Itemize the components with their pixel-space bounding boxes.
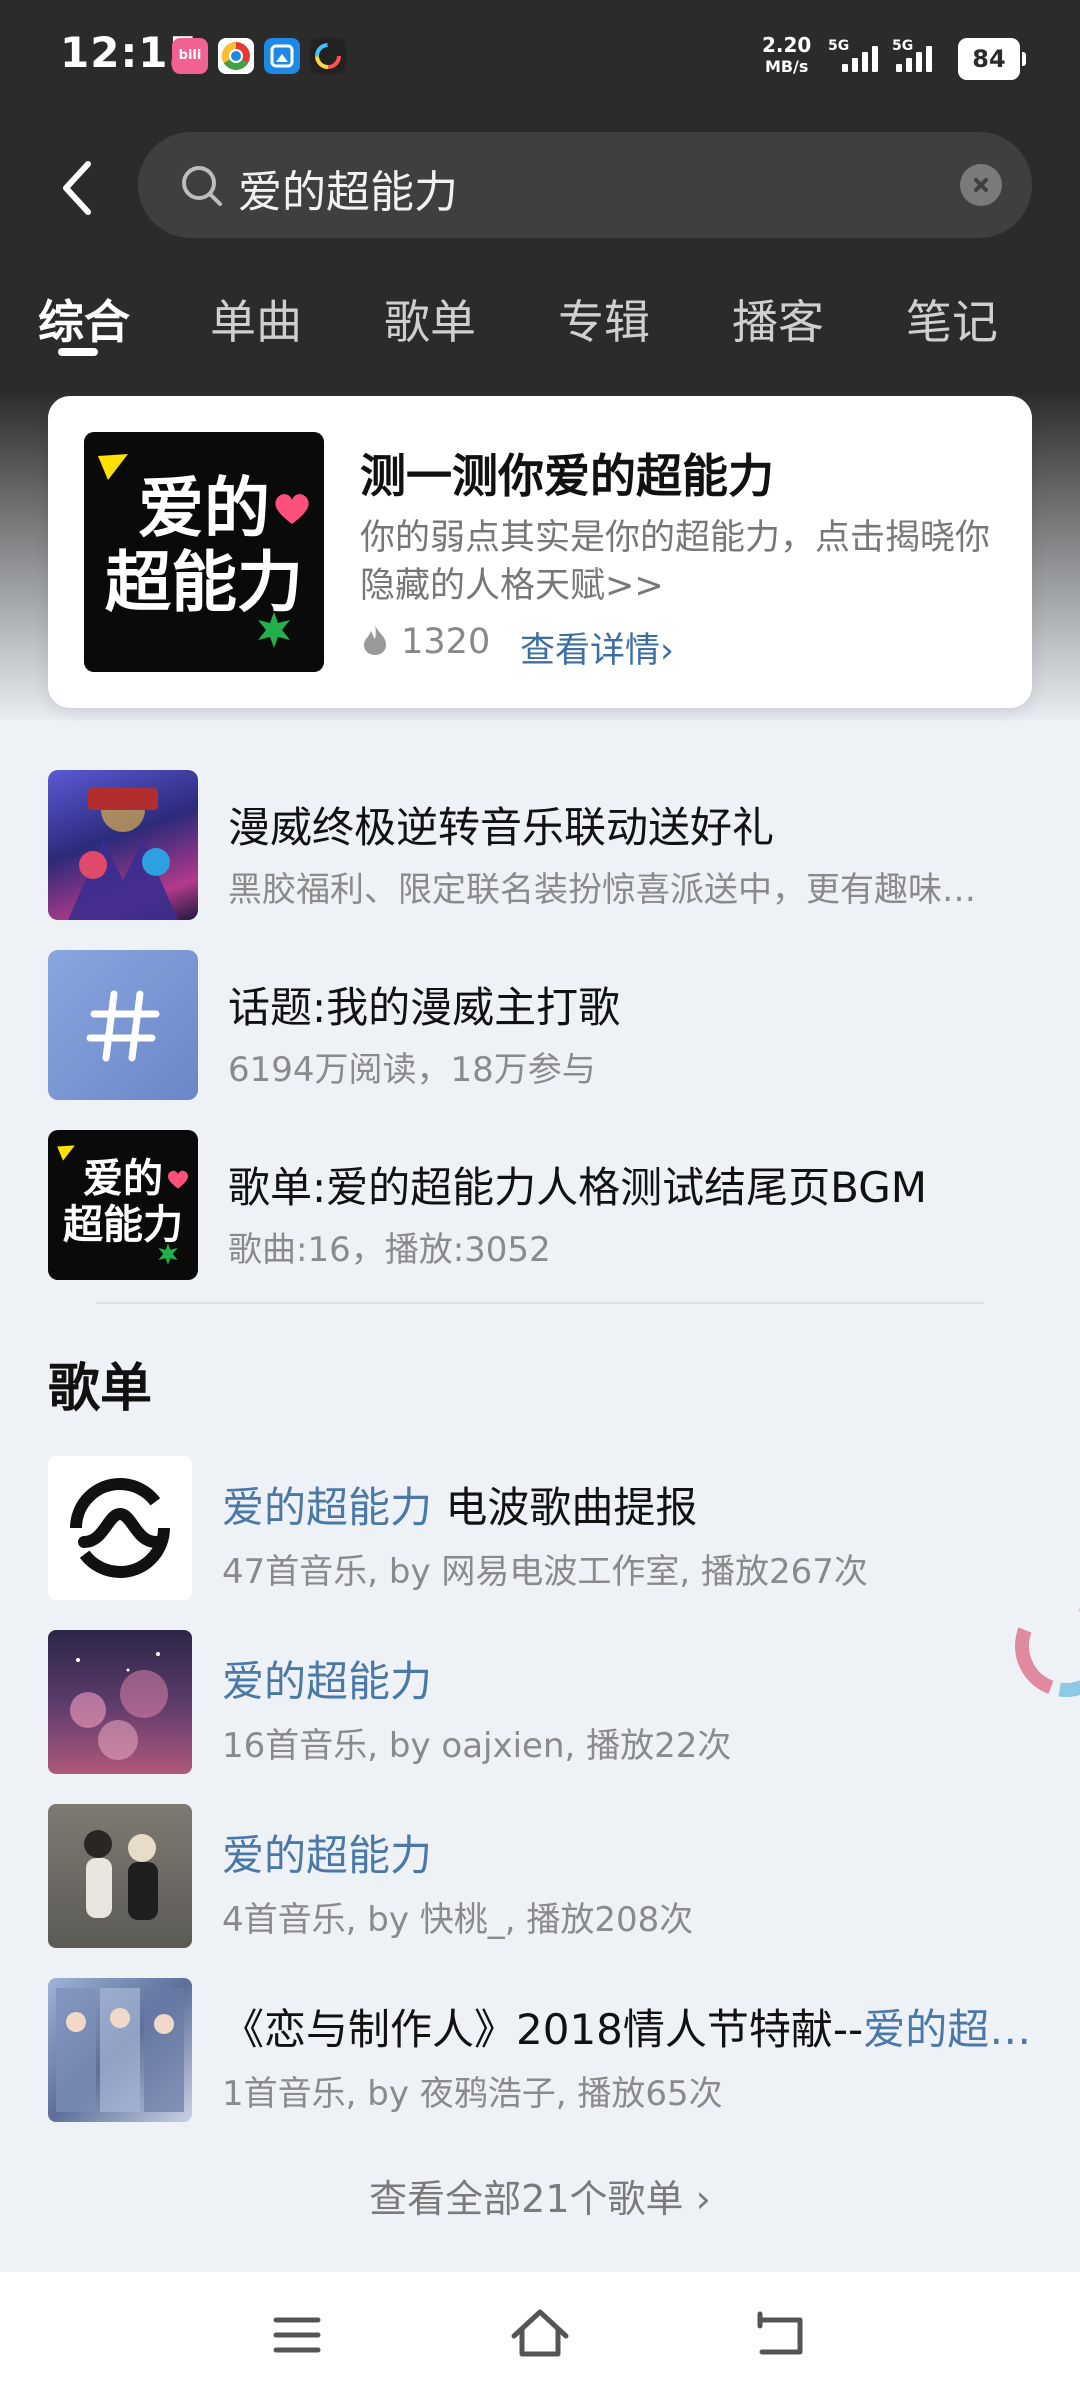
back-arrow-icon[interactable] [52,158,112,218]
result-title: 话题:我的漫威主打歌 [228,983,621,1032]
result-item[interactable]: 话题:我的漫威主打歌 6194万阅读，18万参与 [0,950,1080,1100]
result-subtitle: 黑胶福利、限定联名装扮惊喜派送中，更有趣味… [228,870,976,910]
playlist-title: 爱的超能力 电波歌曲提报 [222,1474,1032,1535]
colorful-ring-icon [310,38,346,74]
playlist-item[interactable]: 爱的超能力 4首音乐, by 快桃_, 播放208次 [0,1804,1080,1954]
search-input[interactable]: 爱的超能力 [138,132,1032,238]
playlist-subtitle: 4首音乐, by 快桃_, 播放208次 [222,1900,694,1940]
view-all-playlists-link[interactable]: 查看全部21个歌单 › [0,2168,1080,2223]
tab-songs[interactable]: 单曲 [210,286,302,352]
playlist-subtitle: 1首音乐, by 夜鸦浩子, 播放65次 [222,2074,723,2114]
tab-comprehensive[interactable]: 综合 [38,286,130,352]
back-icon[interactable] [754,2310,806,2362]
playlist-title: 《恋与制作人》2018情人节特献--爱的超… [222,1996,1032,2057]
battery-indicator: 84 [958,38,1026,80]
result-tabs: 综合 单曲 歌单 专辑 播客 笔记 [0,280,1080,360]
sim2-signal-icon [896,44,932,72]
tab-playlists[interactable]: 歌单 [384,286,476,352]
search-icon [178,162,226,214]
purple-sky-cover [48,1630,192,1774]
playlist-subtitle: 47首音乐, by 网易电波工作室, 播放267次 [222,1552,868,1592]
view-details-link[interactable]: 查看详情› [520,622,674,673]
bilibili-icon: bili [172,38,208,74]
love-superpower-cover: 爱的 超能力 [48,1130,198,1280]
playlist-item[interactable]: 《恋与制作人》2018情人节特献--爱的超… 1首音乐, by 夜鸦浩子, 播放… [0,1978,1080,2128]
cover-text-line1: 爱的 [83,1156,163,1202]
wave-logo-icon [48,1456,192,1600]
view-details-label: 查看详情 [520,631,661,671]
playlist-item[interactable]: 爱的超能力 电波歌曲提报 47首音乐, by 网易电波工作室, 播放267次 [0,1456,1080,1606]
feature-title: 测一测你爱的超能力 [360,449,774,503]
tab-albums[interactable]: 专辑 [558,286,650,352]
divider [96,1302,984,1304]
feature-cover: 爱的 超能力 [84,432,324,672]
clear-icon[interactable] [960,164,1002,206]
playlist-title-rest: 电波歌曲提报 [432,1483,698,1532]
result-subtitle: 6194万阅读，18万参与 [228,1050,596,1090]
chevron-right-icon: › [695,2177,711,2221]
cover-text-line2: 超能力 [63,1202,183,1248]
playlist-title-highlight: 爱的超… [863,2005,1032,2054]
tab-podcasts[interactable]: 播客 [732,286,824,352]
playlist-item[interactable]: 爱的超能力 16首音乐, by oajxien, 播放22次 [0,1630,1080,1780]
result-item[interactable]: 漫威终极逆转音乐联动送好礼 黑胶福利、限定联名装扮惊喜派送中，更有趣味… [0,770,1080,920]
network-speed-value: 2.20 [762,33,812,57]
playlist-title-highlight: 爱的超能力 [222,1831,433,1880]
cover-text-line2: 超能力 [105,544,303,621]
couple-photo-cover [48,1804,192,1948]
playlist-title: 爱的超能力 [222,1822,1032,1883]
cover-text-line1: 爱的 [138,470,270,547]
view-all-label: 查看全部21个歌单 [369,2177,684,2221]
anime-collage-cover [48,1978,192,2122]
playlist-title-prefix: 《恋与制作人》2018情人节特献-- [222,2005,864,2054]
playlist-title-highlight: 爱的超能力 [222,1483,433,1532]
feature-card[interactable]: 爱的 超能力 测一测你爱的超能力 你的弱点其实是你的超能力，点击揭晓你隐藏的人格… [48,396,1032,708]
heat-count: 1320 [401,622,491,662]
feature-heat: 1320 [360,622,490,662]
network-speed: 2.20 MB/s [762,34,811,78]
result-item[interactable]: 爱的 超能力 歌单:爱的超能力人格测试结尾页BGM 歌曲:16，播放:3052 [0,1130,1080,1280]
chevron-right-icon: › [660,631,675,671]
feature-description: 你的弱点其实是你的超能力，点击揭晓你隐藏的人格天赋>> [360,518,991,606]
playlist-subtitle: 16首音乐, by oajxien, 播放22次 [222,1726,732,1766]
status-bar: 12:15 bili 2.20 MB/s 5G 5G 84 [0,0,1080,115]
marvel-poster [48,770,198,920]
search-query[interactable]: 爱的超能力 [238,156,458,220]
hashtag-icon [48,950,198,1100]
home-icon[interactable] [510,2306,570,2364]
result-subtitle: 歌曲:16，播放:3052 [228,1230,551,1270]
playlist-title: 爱的超能力 [222,1648,1032,1709]
playlist-title-highlight: 爱的超能力 [222,1657,433,1706]
chrome-icon [218,38,254,74]
tab-active-indicator [58,348,98,356]
menu-icon[interactable] [272,2312,322,2362]
app-icon [264,38,300,74]
result-title: 漫威终极逆转音乐联动送好礼 [228,803,775,852]
network-speed-unit: MB/s [764,57,809,76]
section-title-playlists: 歌单 [48,1359,153,1419]
flame-icon [364,625,386,655]
sim1-signal-icon [842,44,878,72]
floating-ring-icon[interactable] [1008,1588,1080,1704]
tab-notes[interactable]: 笔记 [906,286,998,352]
result-title: 歌单:爱的超能力人格测试结尾页BGM [228,1163,928,1212]
system-nav-bar [0,2272,1080,2400]
